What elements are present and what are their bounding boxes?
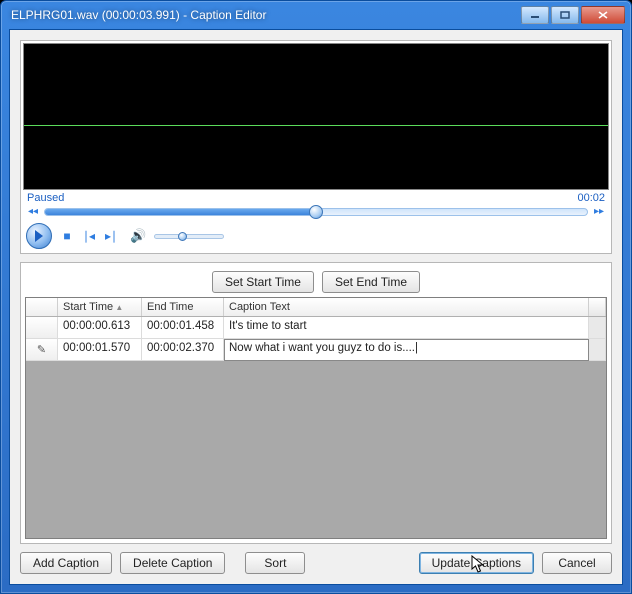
seek-forward-icon[interactable]: ▸▸ xyxy=(592,206,606,217)
grid-body: 00:00:00.613 00:00:01.458 It's time to s… xyxy=(26,317,606,361)
add-caption-button[interactable]: Add Caption xyxy=(20,552,112,574)
seek-thumb[interactable] xyxy=(309,205,323,219)
header-scroll-gutter xyxy=(589,298,606,316)
cell-caption-text[interactable]: It's time to start xyxy=(224,317,589,339)
volume-icon[interactable]: 🔊 xyxy=(130,228,146,244)
header-indicator[interactable] xyxy=(26,298,58,316)
seek-slider[interactable] xyxy=(44,208,588,216)
set-start-time-button[interactable]: Set Start Time xyxy=(212,271,314,293)
next-button[interactable]: ▸∣ xyxy=(104,229,118,243)
header-caption-text[interactable]: Caption Text xyxy=(224,298,589,316)
media-panel: Paused 00:02 ◂◂ ▸▸ ■ ∣◂ ▸∣ 🔊 xyxy=(20,40,612,254)
header-start-time[interactable]: Start Time xyxy=(58,298,142,316)
volume-thumb[interactable] xyxy=(178,232,187,241)
table-row[interactable]: ✎ 00:00:01.570 00:00:02.370 Now what i w… xyxy=(26,339,606,361)
scrollbar-gutter xyxy=(589,339,606,361)
waveform-line xyxy=(24,125,608,126)
stop-button[interactable]: ■ xyxy=(60,229,74,243)
caption-grid[interactable]: Start Time End Time Caption Text 00:00:0… xyxy=(25,297,607,539)
row-indicator xyxy=(26,317,58,339)
cell-caption-text[interactable]: Now what i want you guyz to do is....| xyxy=(224,339,589,361)
update-captions-button[interactable]: Update Captions xyxy=(419,552,534,574)
playback-status: Paused xyxy=(27,192,64,204)
volume-slider[interactable] xyxy=(154,234,224,239)
seek-back-icon[interactable]: ◂◂ xyxy=(26,206,40,217)
play-button[interactable] xyxy=(26,223,52,249)
maximize-button[interactable] xyxy=(551,6,579,24)
video-preview[interactable] xyxy=(23,43,609,190)
prev-button[interactable]: ∣◂ xyxy=(82,229,96,243)
window-title: ELPHRG01.wav (00:00:03.991) - Caption Ed… xyxy=(7,8,519,22)
close-button[interactable] xyxy=(581,6,625,24)
cell-end-time[interactable]: 00:00:01.458 xyxy=(142,317,224,339)
caption-panel: Set Start Time Set End Time Start Time E… xyxy=(20,262,612,544)
seek-fill xyxy=(45,209,316,215)
cancel-button[interactable]: Cancel xyxy=(542,552,612,574)
cell-end-time[interactable]: 00:00:02.370 xyxy=(142,339,224,361)
delete-caption-button[interactable]: Delete Caption xyxy=(120,552,225,574)
table-row[interactable]: 00:00:00.613 00:00:01.458 It's time to s… xyxy=(26,317,606,339)
grid-header: Start Time End Time Caption Text xyxy=(26,298,606,317)
minimize-button[interactable] xyxy=(521,6,549,24)
sort-button[interactable]: Sort xyxy=(245,552,305,574)
header-end-time[interactable]: End Time xyxy=(142,298,224,316)
cell-start-time[interactable]: 00:00:00.613 xyxy=(58,317,142,339)
client-area: Paused 00:02 ◂◂ ▸▸ ■ ∣◂ ▸∣ 🔊 xyxy=(9,29,623,585)
set-end-time-button[interactable]: Set End Time xyxy=(322,271,420,293)
window-frame: ELPHRG01.wav (00:00:03.991) - Caption Ed… xyxy=(0,0,632,594)
playback-elapsed: 00:02 xyxy=(577,192,605,204)
row-indicator: ✎ xyxy=(26,339,58,361)
cell-start-time[interactable]: 00:00:01.570 xyxy=(58,339,142,361)
pencil-icon: ✎ xyxy=(37,343,46,356)
scrollbar-gutter xyxy=(589,317,606,339)
footer-buttons: Add Caption Delete Caption Sort Update C… xyxy=(20,552,612,574)
titlebar[interactable]: ELPHRG01.wav (00:00:03.991) - Caption Ed… xyxy=(1,1,631,29)
